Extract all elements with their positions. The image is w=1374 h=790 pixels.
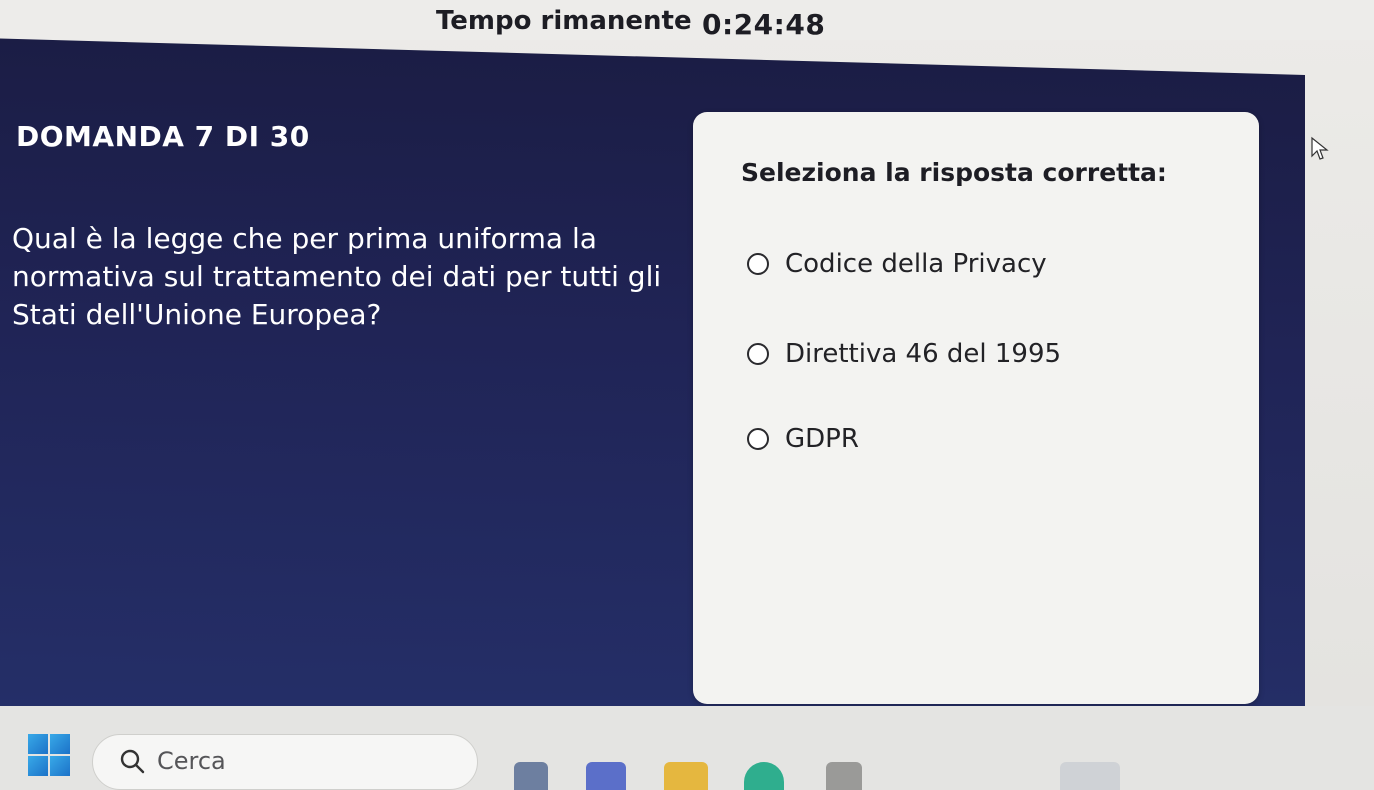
folder-taskbar-icon[interactable] — [664, 762, 708, 790]
answer-card: Seleziona la risposta corretta: Codice d… — [693, 112, 1259, 704]
windows-start-icon[interactable] — [28, 734, 70, 776]
teams-taskbar-icon[interactable] — [586, 762, 626, 790]
app-taskbar-icon[interactable] — [826, 762, 862, 790]
option-codice-privacy[interactable]: Codice della Privacy — [747, 249, 1047, 279]
option-gdpr[interactable]: GDPR — [747, 424, 859, 454]
answer-prompt: Seleziona la risposta corretta: — [741, 158, 1167, 187]
option-label: Codice della Privacy — [785, 249, 1047, 279]
radio-button[interactable] — [747, 428, 769, 450]
radio-button[interactable] — [747, 253, 769, 275]
timer-value: 0:24:48 — [702, 8, 826, 41]
option-label: Direttiva 46 del 1995 — [785, 339, 1062, 369]
question-counter: DOMANDA 7 DI 30 — [16, 120, 310, 153]
timer-label: Tempo rimanente — [436, 6, 692, 36]
file-explorer-taskbar-icon[interactable] — [514, 762, 548, 790]
option-label: GDPR — [785, 424, 859, 454]
option-direttiva-46[interactable]: Direttiva 46 del 1995 — [747, 339, 1061, 369]
app-taskbar-icon[interactable] — [1060, 762, 1120, 790]
quiz-page: Tempo rimanente 0:24:48 DOMANDA 7 DI 30 … — [0, 0, 1374, 790]
search-icon — [120, 749, 145, 774]
timer-bar: Tempo rimanente 0:24:48 — [0, 0, 1374, 41]
radio-button[interactable] — [747, 343, 769, 365]
mouse-pointer-icon — [1311, 136, 1329, 160]
taskbar-search-box[interactable]: Cerca — [92, 734, 478, 790]
search-label: Cerca — [157, 747, 226, 775]
question-text: Qual è la legge che per prima uniforma l… — [12, 222, 662, 331]
